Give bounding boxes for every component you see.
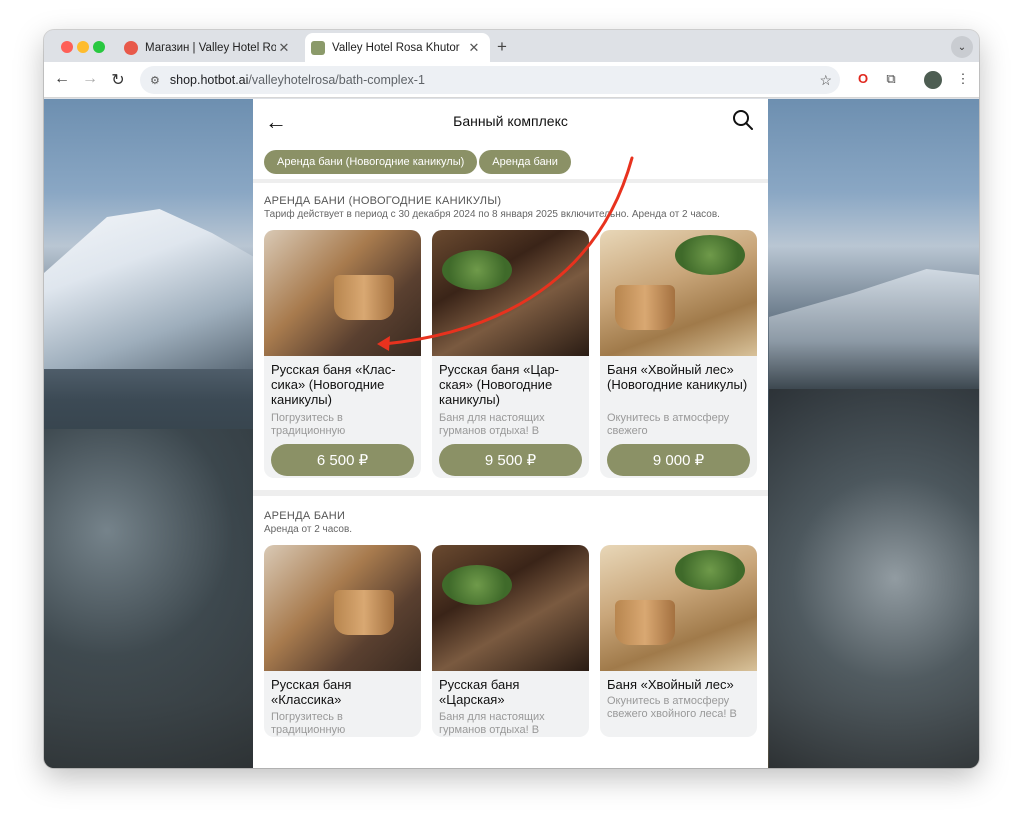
more-menu-icon[interactable]: ⋮ xyxy=(954,71,972,89)
minimize-window-button[interactable] xyxy=(77,41,89,53)
product-image[interactable] xyxy=(432,230,589,356)
background-mountain xyxy=(44,209,254,369)
bookmark-star-icon[interactable]: ☆ xyxy=(819,72,832,89)
close-icon[interactable]: ✕ xyxy=(466,40,482,56)
product-name: Русская баня «Клас-сика» (Новогодние кан… xyxy=(271,362,396,407)
price-button[interactable]: 9 000 ₽ xyxy=(607,444,750,476)
background-forest xyxy=(44,429,254,768)
tab-search-chevron-icon[interactable]: ⌄ xyxy=(951,36,973,58)
chip-rental[interactable]: Аренда бани xyxy=(479,150,571,174)
product-description: Баня для настоящих гурманов отдыха! В xyxy=(439,412,545,437)
product-name: Русская баня «Классика» xyxy=(271,677,352,707)
product-card-classic-newyear[interactable]: Русская баня «Клас-сика» (Новогодние кан… xyxy=(264,230,421,478)
tab-valley-hotel[interactable]: Valley Hotel Rosa Khutor ✕ xyxy=(305,33,490,62)
tab-shop[interactable]: Магазин | Valley Hotel Rosa K ✕ xyxy=(114,33,300,62)
hotel-favicon-icon xyxy=(311,40,325,55)
url-text: shop.hotbot.ai/valleyhotelrosa/bath-comp… xyxy=(169,73,425,87)
product-card-pine-forest[interactable]: Баня «Хвойный лес» Окунитесь в атмосферу… xyxy=(600,545,757,737)
section-title: АРЕНДА БАНИ xyxy=(264,510,346,522)
extensions-puzzle-icon[interactable]: ⧉ xyxy=(882,71,900,89)
product-name: Русская баня «Царская» xyxy=(439,677,520,707)
section-description: Тариф действует в период с 30 декабря 20… xyxy=(264,209,720,220)
product-description: Баня для настоящих гурманов отдыха! В xyxy=(439,711,545,736)
product-grid: Русская баня «Классика» Погрузитесь в тр… xyxy=(264,545,757,737)
product-card-royal[interactable]: Русская баня «Царская» Баня для настоящи… xyxy=(432,545,589,737)
background-mountain xyxy=(769,269,979,389)
chip-new-year-rental[interactable]: Аренда бани (Новогодние каникулы) xyxy=(264,150,478,174)
product-image[interactable] xyxy=(432,545,589,671)
product-card-classic[interactable]: Русская баня «Классика» Погрузитесь в тр… xyxy=(264,545,421,737)
product-image[interactable] xyxy=(600,545,757,671)
product-description: Погрузитесь в традиционную xyxy=(271,711,346,736)
site-settings-icon[interactable]: ⚙ xyxy=(150,74,160,87)
section-new-year: АРЕНДА БАНИ (НОВОГОДНИЕ КАНИКУЛЫ) Тариф … xyxy=(253,183,768,478)
opera-extension-icon[interactable]: O xyxy=(854,71,872,89)
maximize-window-button[interactable] xyxy=(93,41,105,53)
close-icon[interactable]: ✕ xyxy=(276,40,292,56)
browser-toolbar: ← → ↻ ⚙ shop.hotbot.ai/valleyhotelrosa/b… xyxy=(44,62,979,98)
reload-icon[interactable]: ↻ xyxy=(108,70,128,90)
product-description: Окунитесь в атмосферу свежего хвойного л… xyxy=(607,695,737,720)
shop-panel: ← Банный комплекс Аренда бани (Новогодни… xyxy=(253,99,768,768)
section-description: Аренда от 2 часов. xyxy=(264,524,353,535)
product-image[interactable] xyxy=(600,230,757,356)
section-title: АРЕНДА БАНИ (НОВОГОДНИЕ КАНИКУЛЫ) xyxy=(264,195,502,207)
back-arrow-icon[interactable]: ← xyxy=(52,70,72,88)
profile-avatar[interactable] xyxy=(924,71,942,89)
close-window-button[interactable] xyxy=(61,41,73,53)
background-forest xyxy=(769,389,979,768)
product-image[interactable] xyxy=(264,230,421,356)
price-button[interactable]: 9 500 ₽ xyxy=(439,444,582,476)
tab-title: Магазин | Valley Hotel Rosa K xyxy=(145,41,276,54)
product-image[interactable] xyxy=(264,545,421,671)
forward-arrow-icon[interactable]: → xyxy=(80,70,100,88)
product-card-pine-forest-newyear[interactable]: Баня «Хвойный лес» (Новогодние каникулы)… xyxy=(600,230,757,478)
category-chips: Аренда бани (Новогодние каникулы) Аренда… xyxy=(253,143,768,183)
page-viewport: ← Банный комплекс Аренда бани (Новогодни… xyxy=(44,99,979,768)
page-title: Банный комплекс xyxy=(453,113,568,129)
page-header: ← Банный комплекс xyxy=(253,99,768,143)
product-name: Баня «Хвойный лес» xyxy=(607,677,734,692)
browser-window: Магазин | Valley Hotel Rosa K ✕ Valley H… xyxy=(44,30,979,768)
new-tab-plus-icon[interactable]: + xyxy=(497,37,507,57)
product-name: Русская баня «Цар-ская» (Новогодние кани… xyxy=(439,362,560,407)
price-button[interactable]: 6 500 ₽ xyxy=(271,444,414,476)
product-description: Окунитесь в атмосферу свежего xyxy=(607,412,730,437)
product-name: Баня «Хвойный лес» (Новогодние каникулы) xyxy=(607,362,748,392)
section-rental: АРЕНДА БАНИ Аренда от 2 часов. Русская б… xyxy=(253,496,768,737)
shop-favicon-icon xyxy=(124,40,138,55)
product-card-royal-newyear[interactable]: Русская баня «Цар-ская» (Новогодние кани… xyxy=(432,230,589,478)
address-bar[interactable]: ⚙ shop.hotbot.ai/valleyhotelrosa/bath-co… xyxy=(140,66,840,94)
search-icon[interactable] xyxy=(732,109,754,131)
tab-title: Valley Hotel Rosa Khutor xyxy=(332,41,460,54)
product-grid: Русская баня «Клас-сика» (Новогодние кан… xyxy=(264,230,757,478)
tab-strip: Магазин | Valley Hotel Rosa K ✕ Valley H… xyxy=(44,30,979,62)
product-description: Погрузитесь в традиционную xyxy=(271,412,346,437)
